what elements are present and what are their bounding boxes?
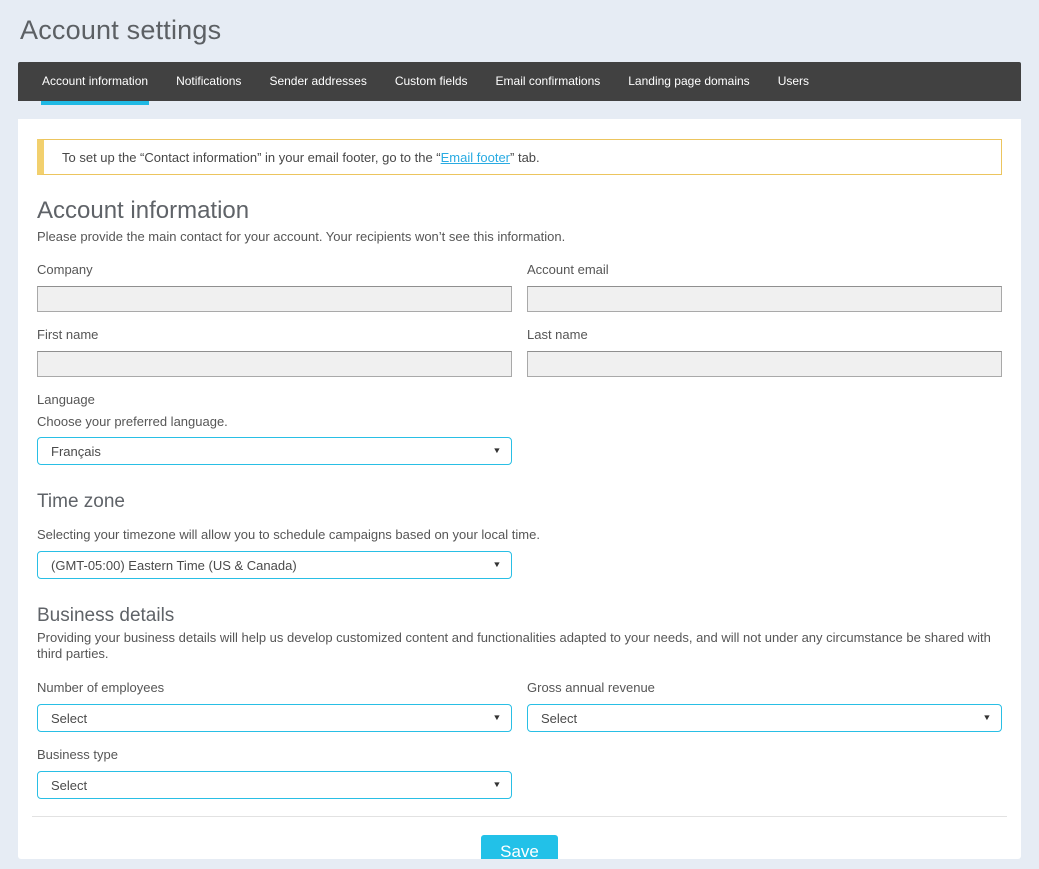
language-select-wrap: Français ▼ xyxy=(37,437,512,465)
account-email-input xyxy=(527,286,1002,312)
business-details-heading: Business details xyxy=(37,605,1002,627)
account-information-heading: Account information xyxy=(37,197,1002,225)
notice-text-after: ” tab. xyxy=(510,150,540,165)
settings-panel: To set up the “Contact information” in y… xyxy=(18,119,1021,859)
time-zone-description: Selecting your timezone will allow you t… xyxy=(37,527,1002,543)
last-name-field-group: Last name xyxy=(527,327,1002,377)
account-email-field-group: Account email xyxy=(527,262,1002,312)
business-type-select[interactable]: Select xyxy=(37,771,512,799)
email-footer-notice: To set up the “Contact information” in y… xyxy=(37,139,1002,175)
employees-select[interactable]: Select xyxy=(37,704,512,732)
tab-account-information[interactable]: Account information xyxy=(28,62,162,101)
email-footer-link[interactable]: Email footer xyxy=(441,150,510,165)
tab-landing-page-domains[interactable]: Landing page domains xyxy=(614,62,763,101)
business-type-select-wrap: Select ▼ xyxy=(37,771,512,799)
revenue-select-wrap: Select ▼ xyxy=(527,704,1002,732)
company-label: Company xyxy=(37,262,512,277)
timezone-select[interactable]: (GMT-05:00) Eastern Time (US & Canada) xyxy=(37,551,512,579)
business-type-label: Business type xyxy=(37,747,1002,762)
language-select[interactable]: Français xyxy=(37,437,512,465)
revenue-label: Gross annual revenue xyxy=(527,680,1002,695)
time-zone-heading: Time zone xyxy=(37,491,1002,513)
tab-sender-addresses[interactable]: Sender addresses xyxy=(255,62,380,101)
settings-tabbar: Account information Notifications Sender… xyxy=(18,62,1021,101)
page-title: Account settings xyxy=(0,0,1039,62)
language-description: Choose your preferred language. xyxy=(37,414,1002,430)
language-label: Language xyxy=(37,392,1002,407)
company-email-row: Company Account email xyxy=(37,262,1002,312)
employees-select-wrap: Select ▼ xyxy=(37,704,512,732)
account-information-description: Please provide the main contact for your… xyxy=(37,229,1002,245)
name-row: First name Last name xyxy=(37,327,1002,377)
last-name-input xyxy=(527,351,1002,377)
revenue-field-group: Gross annual revenue Select ▼ xyxy=(527,680,1002,732)
tab-notifications[interactable]: Notifications xyxy=(162,62,255,101)
language-field-group: Language Choose your preferred language.… xyxy=(37,392,1002,465)
revenue-select[interactable]: Select xyxy=(527,704,1002,732)
first-name-label: First name xyxy=(37,327,512,342)
business-type-field-group: Business type Select ▼ xyxy=(37,747,1002,799)
company-input xyxy=(37,286,512,312)
timezone-select-wrap: (GMT-05:00) Eastern Time (US & Canada) ▼ xyxy=(37,551,512,579)
notice-text-before: To set up the “Contact information” in y… xyxy=(62,150,441,165)
employees-revenue-row: Number of employees Select ▼ Gross annua… xyxy=(37,680,1002,732)
tab-custom-fields[interactable]: Custom fields xyxy=(381,62,482,101)
save-button[interactable]: Save xyxy=(481,835,558,859)
tab-users[interactable]: Users xyxy=(764,62,823,101)
employees-field-group: Number of employees Select ▼ xyxy=(37,680,512,732)
tab-email-confirmations[interactable]: Email confirmations xyxy=(482,62,615,101)
account-email-label: Account email xyxy=(527,262,1002,277)
footer-divider xyxy=(32,816,1007,817)
company-field-group: Company xyxy=(37,262,512,312)
first-name-field-group: First name xyxy=(37,327,512,377)
first-name-input xyxy=(37,351,512,377)
last-name-label: Last name xyxy=(527,327,1002,342)
business-details-description: Providing your business details will hel… xyxy=(37,630,1002,662)
employees-label: Number of employees xyxy=(37,680,512,695)
